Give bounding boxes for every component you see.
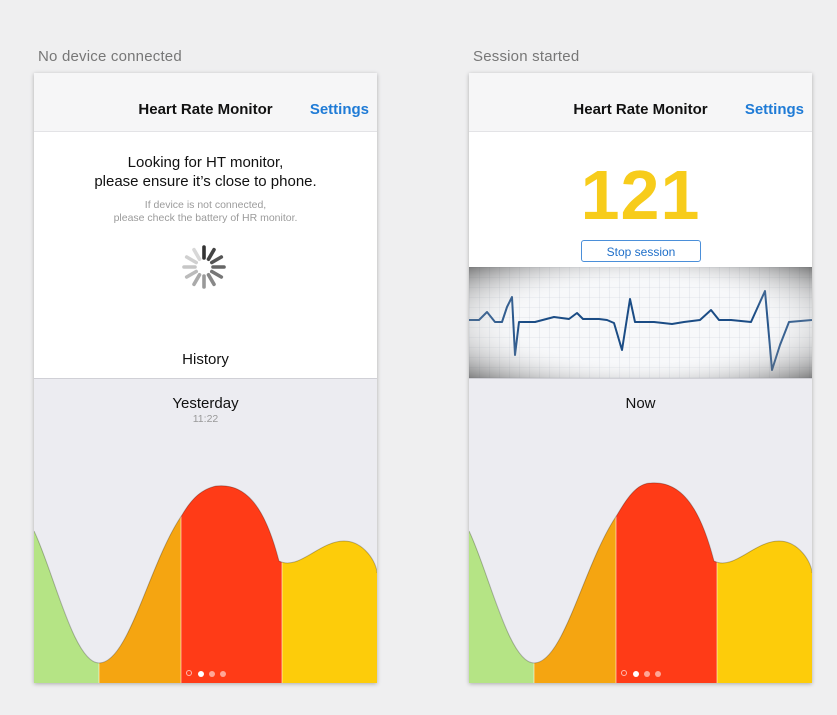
zone-yellow: [717, 482, 812, 683]
nav-bar: Heart Rate Monitor Settings: [34, 73, 377, 132]
page-dot[interactable]: [197, 670, 204, 677]
settings-button[interactable]: Settings: [745, 101, 804, 118]
page-dot[interactable]: [208, 670, 215, 677]
page-indicator[interactable]: [469, 670, 812, 677]
page-dot[interactable]: [643, 670, 650, 677]
heart-rate-value: 121: [580, 156, 701, 234]
history-heading: History: [182, 351, 229, 368]
caption-session-started: Session started: [473, 48, 580, 65]
searching-message-line1: Looking for HT monitor,: [127, 154, 284, 171]
screen-searching: Heart Rate Monitor Settings Looking for …: [34, 73, 377, 683]
zone-orange: [534, 482, 616, 683]
battery-hint-line2: please check the battery of HR monitor.: [113, 212, 298, 224]
zone-orange: [99, 485, 181, 683]
battery-hint-line1: If device is not connected,: [144, 199, 267, 211]
page-dot[interactable]: [632, 670, 639, 677]
zone-green: [469, 482, 534, 683]
page-dot-search-icon[interactable]: [185, 670, 193, 677]
battery-hint: If device is not connected, please check…: [34, 199, 377, 225]
ecg-waveform: [469, 267, 812, 379]
page-dot-search-icon[interactable]: [620, 670, 628, 677]
chart-period-label: Yesterday: [172, 395, 239, 412]
heart-rate-zones-graph: [34, 485, 377, 683]
loading-spinner-icon: [182, 245, 226, 289]
zone-green: [34, 485, 99, 683]
screen-session: Heart Rate Monitor Settings 121 Stop ses…: [469, 73, 812, 683]
heart-rate-zones-graph: [469, 482, 812, 683]
zone-red: [616, 482, 717, 683]
history-chart-panel[interactable]: Yesterday 11:22: [34, 378, 377, 683]
zone-yellow: [282, 485, 377, 683]
page-dot[interactable]: [219, 670, 226, 677]
zone-red: [181, 485, 282, 683]
chart-period-label: Now: [625, 395, 656, 412]
page-indicator[interactable]: [34, 670, 377, 677]
searching-message: Looking for HT monitor, please ensure it…: [34, 153, 377, 191]
settings-button[interactable]: Settings: [310, 101, 369, 118]
page-dot[interactable]: [654, 670, 661, 677]
searching-message-line2: please ensure it’s close to phone.: [94, 173, 317, 190]
stop-session-button[interactable]: Stop session: [581, 240, 701, 262]
nav-bar: Heart Rate Monitor Settings: [469, 73, 812, 132]
caption-no-device: No device connected: [38, 48, 182, 65]
live-chart-panel[interactable]: Now: [469, 378, 812, 683]
